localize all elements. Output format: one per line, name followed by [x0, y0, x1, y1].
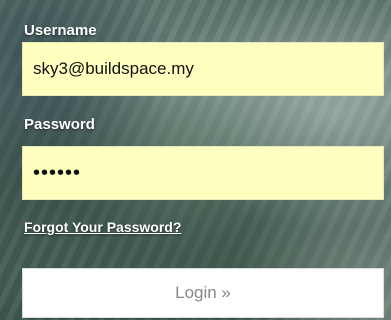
login-button[interactable]: Login » — [22, 268, 384, 318]
username-input[interactable] — [22, 42, 384, 96]
username-label: Username — [24, 22, 97, 39]
password-label: Password — [24, 116, 95, 133]
login-form: Username Password Forgot Your Password? … — [0, 0, 391, 320]
forgot-password-link[interactable]: Forgot Your Password? — [24, 219, 181, 235]
password-input[interactable] — [22, 146, 384, 200]
